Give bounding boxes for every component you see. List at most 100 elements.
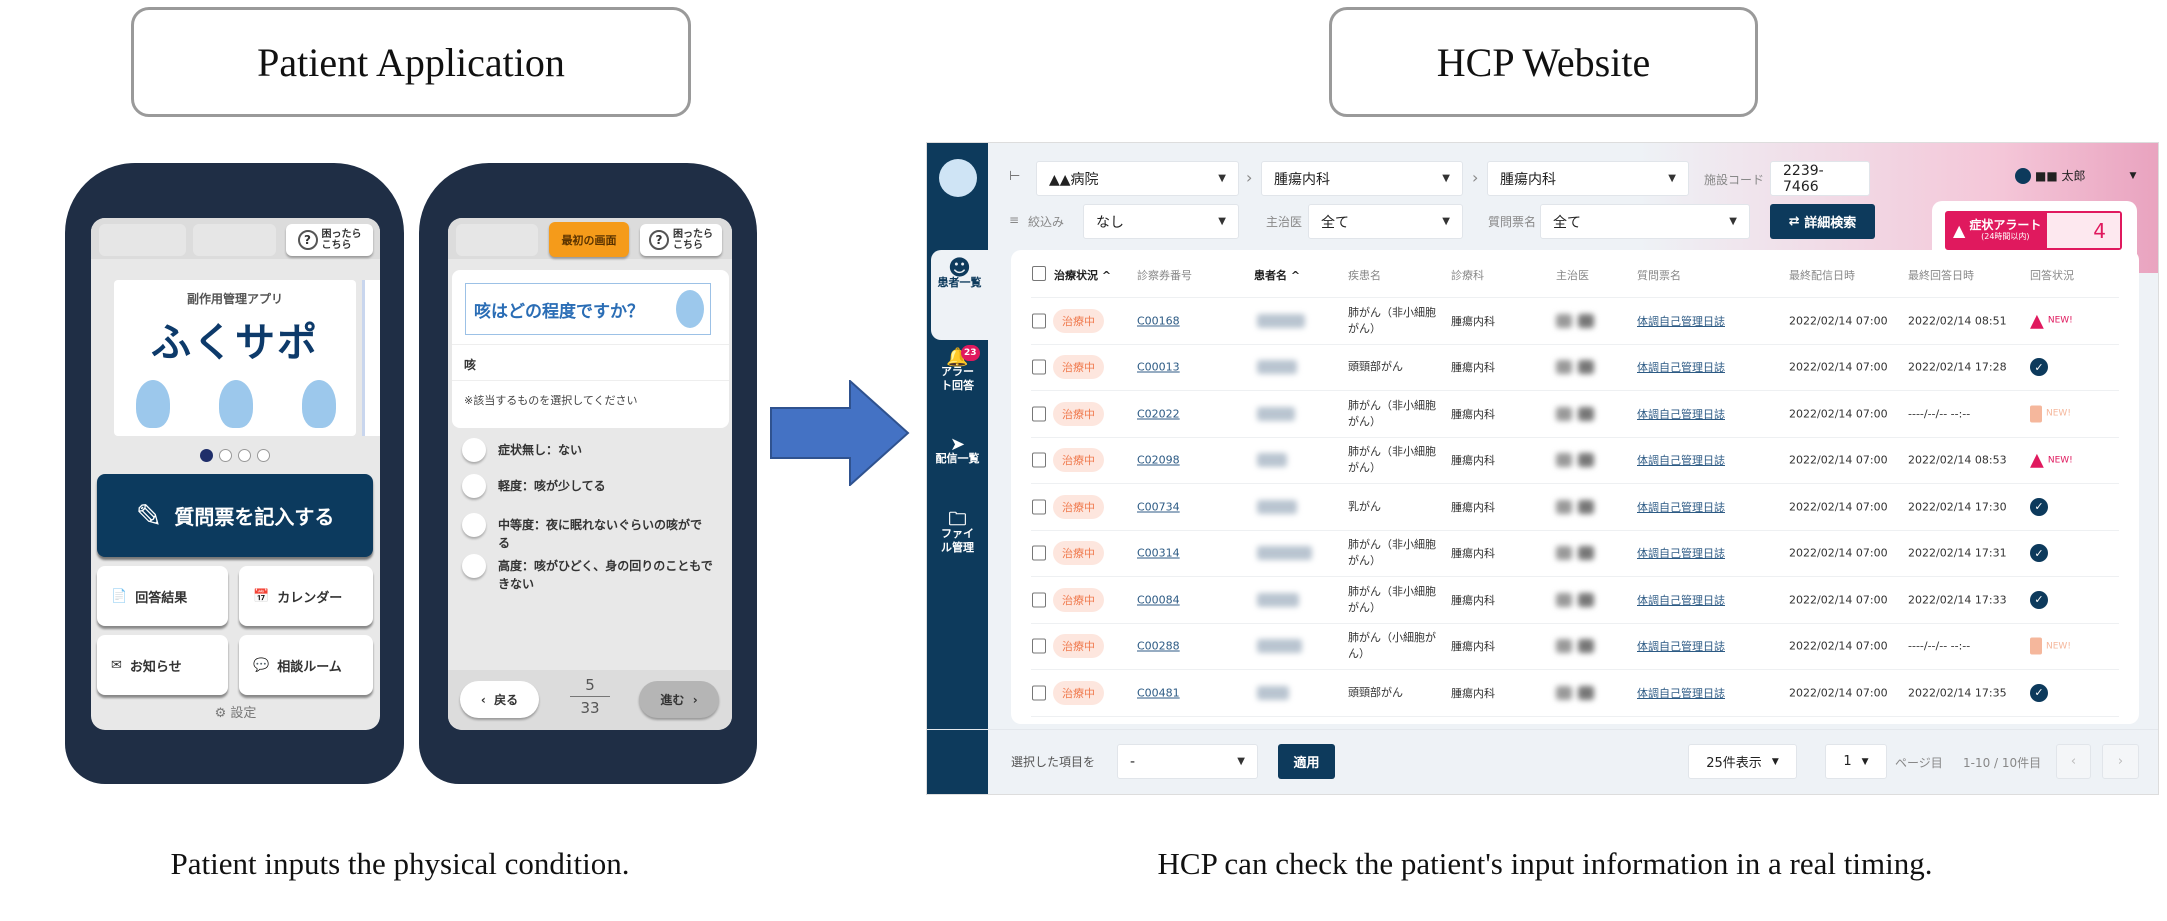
select-all-checkbox[interactable] — [1032, 266, 1046, 281]
option-label[interactable]: 高度：咳がひどく、身の回りのこともできない — [498, 557, 713, 593]
carousel-dots[interactable] — [200, 449, 270, 462]
answer-status[interactable]: ✓ — [2030, 683, 2048, 702]
row-checkbox[interactable] — [1032, 406, 1046, 422]
fill-questionnaire-button[interactable]: ✎ 質問票を記入する — [97, 474, 373, 557]
questionnaire-link[interactable]: 体調自己管理日誌 — [1637, 406, 1725, 422]
option-label[interactable]: 軽度：咳が少してる — [498, 477, 718, 495]
sidebar-item-alerts[interactable]: 🔔 23 アラート回答 — [927, 345, 988, 415]
row-checkbox[interactable] — [1032, 452, 1046, 468]
detail-search-button[interactable]: ⇄ 詳細検索 — [1770, 204, 1875, 239]
next-page-button[interactable]: › — [2102, 744, 2139, 779]
tile-calendar[interactable]: 📅 カレンダー — [239, 566, 373, 626]
patient-id-link[interactable]: C00084 — [1137, 593, 1180, 606]
next-button[interactable]: 進む › — [639, 681, 719, 718]
department-select[interactable]: 腫瘍内科 ▼ — [1261, 161, 1463, 196]
questionnaire-link[interactable]: 体調自己管理日誌 — [1637, 592, 1725, 608]
patient-id-link[interactable]: C00734 — [1137, 500, 1180, 513]
bulk-action-label: 選択した項目を — [1011, 755, 1096, 769]
answer-status[interactable]: ✓ — [2030, 544, 2048, 563]
sidebar-item-patients[interactable]: ☻ 患者一覧 — [931, 250, 988, 340]
bulk-action-value: - — [1130, 753, 1136, 770]
app-banner[interactable]: 副作用管理アプリ ふくサポ — [114, 280, 356, 436]
help-button[interactable]: ? 困ったら こちら — [286, 224, 373, 256]
option-radio-mild[interactable] — [462, 474, 486, 498]
row-checkbox[interactable] — [1032, 545, 1046, 561]
table-row[interactable]: 治療中 C00314 肺がん（非小細胞がん） 腫瘍内科 体調自己管理日誌 2022/02/… — [1031, 531, 2119, 577]
tile-answer-results[interactable]: 📄 回答結果 — [97, 566, 228, 626]
questionnaire-link[interactable]: 体調自己管理日誌 — [1637, 359, 1725, 375]
answer-status[interactable]: ✓ — [2030, 358, 2048, 377]
table-row[interactable]: 治療中 C00734 乳がん 腫瘍内科 体調自己管理日誌 2022/02/14 07:00… — [1031, 484, 2119, 531]
answer-status[interactable]: ✓ — [2030, 590, 2048, 609]
answer-status[interactable]: NEW! — [2030, 405, 2071, 423]
filter-select[interactable]: なし ▼ — [1083, 204, 1239, 239]
questionnaire-link[interactable]: 体調自己管理日誌 — [1637, 685, 1725, 701]
table-row[interactable]: 治療中 C00084 肺がん（非小細胞がん） 腫瘍内科 体調自己管理日誌 2022/02/… — [1031, 577, 2119, 624]
symptom-alert-button[interactable]: ▲ 症状アラート (24時間以内) 4 — [1945, 211, 2122, 250]
dot[interactable] — [238, 449, 251, 462]
questionnaire-link[interactable]: 体調自己管理日誌 — [1637, 452, 1725, 468]
turtle-mascots — [136, 380, 336, 428]
prev-button[interactable]: ‹ 戻る — [460, 681, 539, 718]
sidebar-item-files[interactable]: 🗀 ファイル管理 — [927, 511, 988, 569]
option-label[interactable]: 中等度：夜に眠れないぐらいの咳がでる — [498, 516, 713, 552]
questionnaire-link[interactable]: 体調自己管理日誌 — [1637, 499, 1725, 515]
row-checkbox[interactable] — [1032, 313, 1046, 329]
table-row[interactable]: 治療中 C02098 肺がん（非小細胞がん） 腫瘍内科 体調自己管理日誌 2022/02/… — [1031, 438, 2119, 484]
settings-button[interactable]: ⚙ 設定 — [91, 702, 380, 721]
table-row[interactable]: 治療中 C00481 頭頸部がん 腫瘍内科 体調自己管理日誌 2022/02/14 07:… — [1031, 670, 2119, 717]
table-row[interactable]: 治療中 C00013 頭頸部がん 腫瘍内科 体調自己管理日誌 2022/02/14 07:… — [1031, 345, 2119, 391]
prev-page-button[interactable]: ‹ — [2056, 744, 2091, 779]
col-name[interactable]: 患者名 ^ — [1254, 267, 1300, 283]
next-banner-peek[interactable] — [362, 280, 380, 436]
table-row[interactable]: 治療中 C02022 肺がん（非小細胞がん） 腫瘍内科 体調自己管理日誌 2022/02/… — [1031, 391, 2119, 438]
back-button[interactable] — [456, 224, 538, 256]
apply-button[interactable]: 適用 — [1278, 744, 1335, 779]
back-button[interactable] — [99, 224, 186, 256]
table-row[interactable]: 治療中 C00288 肺がん（小細胞がん） 腫瘍内科 体調自己管理日誌 2022/02/1… — [1031, 624, 2119, 670]
facility-code-field[interactable]: 2239-7466 — [1770, 161, 1870, 196]
patient-id-link[interactable]: C00013 — [1137, 361, 1180, 374]
patient-id-link[interactable]: C00314 — [1137, 547, 1180, 560]
option-radio-severe[interactable] — [462, 554, 486, 578]
patient-id-link[interactable]: C02022 — [1137, 407, 1180, 420]
col-status[interactable]: 治療状況 ^ — [1054, 267, 1111, 283]
page-select[interactable]: 1 ▼ — [1825, 744, 1887, 779]
row-checkbox[interactable] — [1032, 638, 1046, 654]
patient-id-link[interactable]: C00168 — [1137, 314, 1180, 327]
questionnaire-link[interactable]: 体調自己管理日誌 — [1637, 545, 1725, 561]
tile-notices[interactable]: ✉ お知らせ — [97, 635, 228, 695]
subdepartment-select[interactable]: 腫瘍内科 ▼ — [1487, 161, 1689, 196]
per-page-select[interactable]: 25件表示 ▼ — [1688, 744, 1797, 779]
dot[interactable] — [257, 449, 270, 462]
bulk-action-select[interactable]: - ▼ — [1117, 744, 1258, 779]
dot[interactable] — [219, 449, 232, 462]
option-radio-moderate[interactable] — [462, 513, 486, 537]
questionnaire-select[interactable]: 全て ▼ — [1540, 204, 1750, 239]
row-checkbox[interactable] — [1032, 499, 1046, 515]
sidebar-item-deliveries[interactable]: ➤ 配信一覧 — [927, 436, 988, 482]
patient-id-link[interactable]: C00288 — [1137, 640, 1180, 653]
answer-status[interactable]: ✓ — [2030, 497, 2048, 516]
row-checkbox[interactable] — [1032, 359, 1046, 375]
home-screen-button[interactable]: 最初の画面 — [549, 222, 629, 257]
answer-status[interactable]: ▲ NEW! — [2030, 310, 2073, 331]
answer-status[interactable]: ▲ NEW! — [2030, 450, 2073, 471]
patient-id-link[interactable]: C02098 — [1137, 454, 1180, 467]
user-menu[interactable]: ■■ 太郎 ▼ — [2015, 167, 2136, 184]
filter-value: なし — [1096, 214, 1124, 231]
table-row[interactable]: 治療中 C00168 肺がん（非小細胞がん） 腫瘍内科 体調自己管理日誌 2022/02/… — [1031, 298, 2119, 345]
option-label[interactable]: 症状無し：ない — [498, 441, 718, 459]
help-button[interactable]: ? 困ったら こちら — [640, 224, 722, 256]
questionnaire-link[interactable]: 体調自己管理日誌 — [1637, 638, 1725, 654]
tile-consult-room[interactable]: 💬 相談ルーム — [239, 635, 373, 695]
dot-active[interactable] — [200, 449, 213, 462]
row-checkbox[interactable] — [1032, 592, 1046, 608]
patient-id-link[interactable]: C00481 — [1137, 686, 1180, 699]
questionnaire-link[interactable]: 体調自己管理日誌 — [1637, 313, 1725, 329]
answer-status[interactable]: NEW! — [2030, 637, 2071, 655]
row-checkbox[interactable] — [1032, 685, 1046, 701]
doctor-select[interactable]: 全て ▼ — [1308, 204, 1463, 239]
hospital-select[interactable]: ▲▲病院 ▼ — [1036, 161, 1239, 196]
option-radio-none[interactable] — [462, 438, 486, 462]
